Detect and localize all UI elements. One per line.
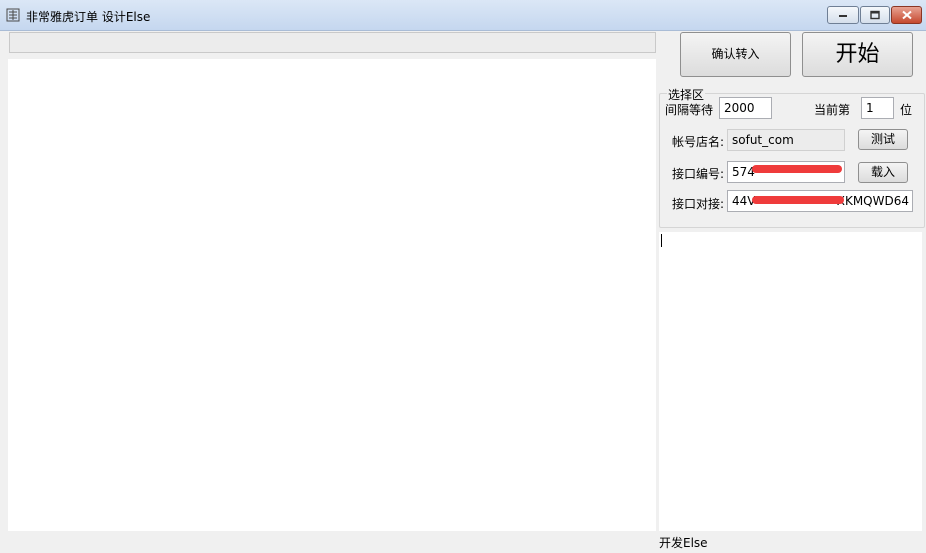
close-icon: [901, 10, 912, 20]
close-button[interactable]: [891, 6, 922, 24]
shop-name-field: sofut_com: [727, 129, 845, 151]
port-connect-redaction: [752, 196, 844, 204]
title-bar: 非常雅虎订单 设计Else: [0, 0, 926, 31]
window-title: 非常雅虎订单 设计Else: [26, 10, 151, 24]
current-position-label: 当前第: [814, 103, 851, 117]
interval-label: 间隔等待: [665, 103, 714, 117]
confirm-transfer-button[interactable]: 确认转入: [680, 32, 791, 77]
minimize-button[interactable]: [827, 6, 859, 24]
port-id-redaction: [752, 165, 842, 173]
address-bar[interactable]: [9, 32, 656, 53]
port-id-label: 接口编号:: [672, 167, 725, 181]
app-icon: [6, 8, 20, 22]
interval-input[interactable]: 2000: [719, 97, 772, 119]
log-textarea[interactable]: [659, 232, 922, 531]
port-connect-label: 接口对接:: [672, 197, 725, 211]
shop-name-label: 帐号店名:: [672, 135, 725, 149]
browser-content-area[interactable]: [8, 59, 656, 531]
minimize-icon: [839, 15, 847, 17]
test-button[interactable]: 测试: [858, 129, 908, 150]
load-button[interactable]: 载入: [858, 162, 908, 183]
port-connect-value-end: XKMQWD64: [836, 194, 909, 208]
current-position-input[interactable]: 1: [861, 97, 894, 119]
current-position-unit: 位: [900, 103, 913, 117]
start-button[interactable]: 开始: [802, 32, 913, 77]
text-caret: [661, 234, 662, 247]
maximize-button[interactable]: [860, 6, 890, 24]
developer-label: 开发Else: [659, 536, 708, 550]
maximize-icon: [870, 10, 880, 20]
